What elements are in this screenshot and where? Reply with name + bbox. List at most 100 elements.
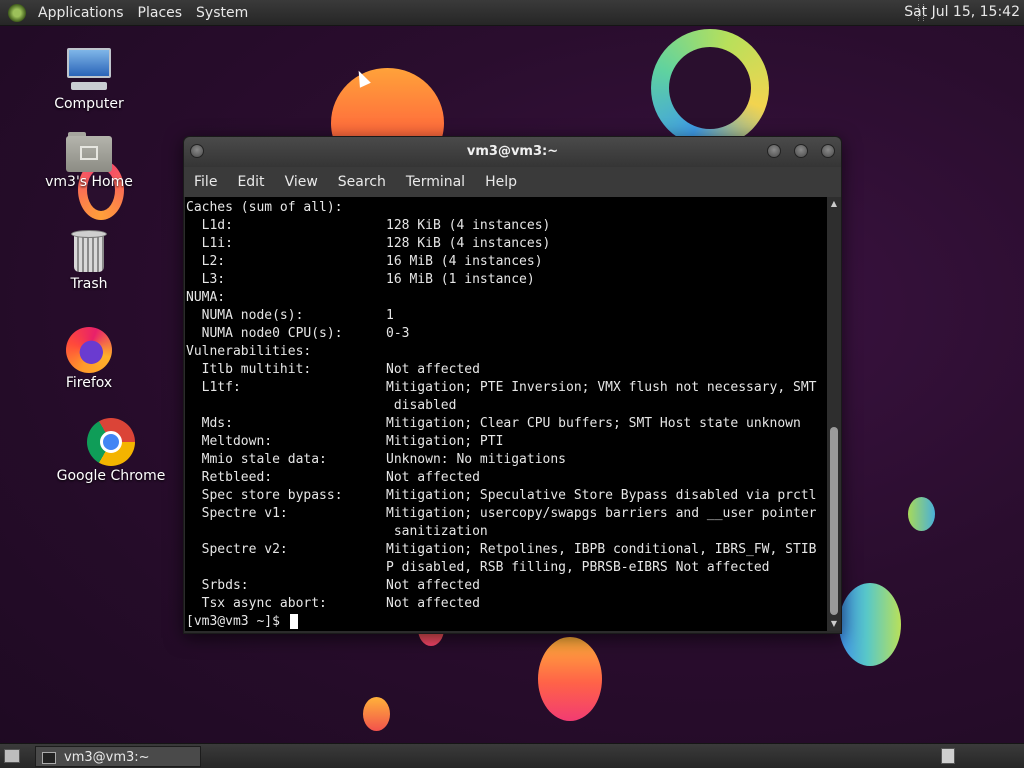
terminal-line: Vulnerabilities: (185, 343, 827, 361)
terminal-value: 16 MiB (1 instance) (386, 272, 535, 287)
terminal-key: NUMA node(s): (186, 308, 304, 323)
terminal-line: Caches (sum of all): (185, 199, 827, 217)
home-folder-icon (66, 132, 112, 172)
terminal-value: Mitigation; usercopy/swapgs barriers and… (386, 506, 817, 521)
terminal-line: Srbds: Not affected (185, 577, 827, 595)
desktop-icon-computer[interactable]: Computer (39, 46, 139, 112)
menu-places[interactable]: Places (132, 5, 191, 21)
firefox-icon (66, 327, 112, 373)
desktop-icon-trash[interactable]: Trash (39, 230, 139, 292)
terminal-value: Mitigation; PTI (386, 434, 504, 449)
terminal-line: NUMA node0 CPU(s): 0-3 (185, 325, 827, 343)
terminal-scrollbar[interactable]: ▲ ▼ (827, 197, 841, 631)
terminal-key: Itlb multihit: (186, 362, 312, 377)
desktop-icon-home[interactable]: vm3's Home (39, 132, 139, 190)
menu-terminal[interactable]: Terminal (396, 174, 475, 190)
terminal-key: Vulnerabilities: (186, 344, 312, 359)
terminal-line: Itlb multihit: Not affected (185, 361, 827, 379)
terminal-key: NUMA: (186, 290, 226, 305)
taskbar-label: vm3@vm3:~ (64, 750, 150, 765)
text-cursor (289, 614, 298, 629)
terminal-value: disabled (386, 398, 457, 413)
menu-help[interactable]: Help (475, 174, 527, 190)
menu-search[interactable]: Search (328, 174, 396, 190)
show-desktop-icon[interactable] (4, 749, 20, 763)
terminal-key: Srbds: (186, 578, 249, 593)
terminal-line: Meltdown: Mitigation; PTI (185, 433, 827, 451)
terminal-line: Mmio stale data: Unknown: No mitigations (185, 451, 827, 469)
terminal-menubar: File Edit View Search Terminal Help (184, 167, 841, 197)
menu-file[interactable]: File (184, 174, 227, 190)
terminal-value: 16 MiB (4 instances) (386, 254, 543, 269)
decor-orange-blob (538, 637, 602, 721)
workspace-switcher[interactable] (941, 748, 955, 764)
menu-applications[interactable]: Applications (32, 5, 132, 21)
terminal-line: Mds: Mitigation; Clear CPU buffers; SMT H… (185, 415, 827, 433)
desktop-icon-firefox[interactable]: Firefox (39, 327, 139, 391)
terminal-key: Retbleed: (186, 470, 273, 485)
terminal-key: L1tf: (186, 380, 241, 395)
taskbar-terminal-button[interactable]: vm3@vm3:~ (35, 746, 201, 767)
terminal-key: L1i: (186, 236, 233, 251)
terminal-line: L1tf: Mitigation; PTE Inversion; VMX flus… (185, 379, 827, 397)
terminal-value: Mitigation; Retpolines, IBPB conditional… (386, 542, 817, 557)
window-menu-icon[interactable] (190, 144, 204, 158)
menu-view[interactable]: View (275, 174, 328, 190)
clock[interactable]: Sat Jul 15, 15:42 (904, 4, 1020, 20)
menu-edit[interactable]: Edit (227, 174, 274, 190)
trash-icon (70, 230, 108, 274)
terminal-value: Unknown: No mitigations (386, 452, 567, 467)
terminal-value: Not affected (386, 578, 480, 593)
terminal-value: Not affected (386, 596, 480, 611)
terminal-line: NUMA node(s): 1 (185, 307, 827, 325)
terminal-line: L1d: 128 KiB (4 instances) (185, 217, 827, 235)
terminal-line: L2: 16 MiB (4 instances) (185, 253, 827, 271)
terminal-key: Spec store bypass: (186, 488, 343, 503)
terminal-value: P disabled, RSB filling, PBRSB-eIBRS Not… (386, 560, 770, 575)
maximize-icon[interactable] (794, 144, 808, 158)
distro-logo-icon[interactable] (8, 3, 26, 22)
desktop-icon-label: Computer (54, 96, 124, 112)
terminal-key: Spectre v1: (186, 506, 288, 521)
computer-icon (65, 46, 113, 94)
menu-system[interactable]: System (190, 5, 256, 21)
scroll-up-icon[interactable]: ▲ (827, 197, 841, 211)
terminal-value: Mitigation; PTE Inversion; VMX flush not… (386, 380, 817, 395)
terminal-key: Mmio stale data: (186, 452, 327, 467)
terminal-key: NUMA node0 CPU(s): (186, 326, 343, 341)
scroll-down-icon[interactable]: ▼ (827, 617, 841, 631)
desktop-icon-label: Firefox (65, 375, 113, 391)
desktop-icon-chrome[interactable]: Google Chrome (55, 418, 167, 484)
minimize-icon[interactable] (767, 144, 781, 158)
desktop-icon-label: Google Chrome (56, 468, 166, 484)
terminal-window: vm3@vm3:~ File Edit View Search Terminal… (183, 136, 842, 634)
terminal-value: 1 (386, 308, 394, 323)
terminal-prompt-line[interactable]: [vm3@vm3 ~]$ (185, 613, 827, 631)
scrollbar-thumb[interactable] (830, 427, 838, 615)
terminal-line: disabled (185, 397, 827, 415)
terminal-value: 128 KiB (4 instances) (386, 218, 551, 233)
terminal-line: P disabled, RSB filling, PBRSB-eIBRS Not… (185, 559, 827, 577)
terminal-value: sanitization (386, 524, 488, 539)
terminal-value: 128 KiB (4 instances) (386, 236, 551, 251)
top-panel: Applications Places System Sat Jul 15, 1… (0, 0, 1024, 26)
shell-prompt: [vm3@vm3 ~]$ (186, 614, 288, 629)
desktop-icon-label: vm3's Home (45, 174, 133, 190)
terminal-key: Tsx async abort: (186, 596, 327, 611)
terminal-line: NUMA: (185, 289, 827, 307)
terminal-line: Retbleed: Not affected (185, 469, 827, 487)
decor-rainbow-ring (651, 29, 769, 147)
terminal-line: Spec store bypass: Mitigation; Speculativ… (185, 487, 827, 505)
terminal-output[interactable]: Caches (sum of all): L1d: 128 KiB (4 inst… (185, 197, 827, 631)
close-icon[interactable] (821, 144, 835, 158)
window-titlebar[interactable]: vm3@vm3:~ (184, 137, 841, 167)
terminal-value: Mitigation; Speculative Store Bypass dis… (386, 488, 817, 503)
terminal-line: Spectre v1: Mitigation; usercopy/swapgs b… (185, 505, 827, 523)
terminal-value: Mitigation; Clear CPU buffers; SMT Host … (386, 416, 801, 431)
desktop-icon-label: Trash (70, 276, 108, 292)
terminal-key: L2: (186, 254, 226, 269)
terminal-line: Spectre v2: Mitigation; Retpolines, IBPB … (185, 541, 827, 559)
chrome-icon (87, 418, 135, 466)
decor-blue-green-blob (908, 497, 935, 531)
terminal-line: L1i: 128 KiB (4 instances) (185, 235, 827, 253)
